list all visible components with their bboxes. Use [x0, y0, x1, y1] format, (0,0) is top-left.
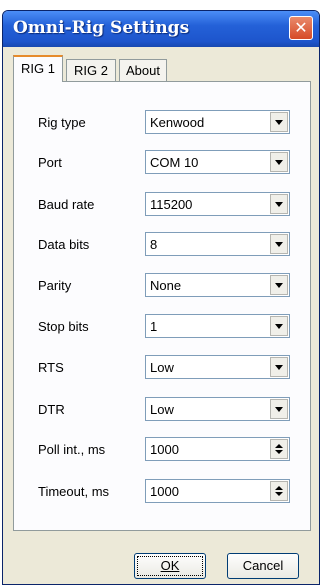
- stop-bits-select[interactable]: 1: [145, 314, 290, 338]
- tab-rig2[interactable]: RIG 2: [66, 59, 116, 81]
- close-icon: ✕: [294, 18, 308, 37]
- spin-up-icon: [275, 444, 283, 448]
- baud-rate-label: Baud rate: [38, 197, 95, 212]
- chevron-down-icon: [275, 119, 283, 125]
- cancel-button[interactable]: Cancel: [227, 553, 299, 579]
- rts-label: RTS: [38, 360, 64, 375]
- chevron-down-icon: [275, 406, 283, 412]
- stop-bits-row: Stop bits 1: [14, 314, 310, 340]
- parity-dropdown-button[interactable]: [270, 275, 288, 295]
- dtr-dropdown-button[interactable]: [270, 399, 288, 419]
- ok-button-label: OK: [160, 558, 180, 573]
- timeout-row: Timeout, ms 1000: [14, 479, 310, 505]
- timeout-value: 1000: [150, 484, 179, 499]
- rts-dropdown-button[interactable]: [270, 357, 288, 377]
- port-value: COM 10: [150, 155, 199, 170]
- baud-rate-row: Baud rate 115200: [14, 192, 310, 218]
- chevron-down-icon: [275, 201, 283, 207]
- chevron-down-icon: [275, 323, 283, 329]
- rts-value: Low: [150, 360, 174, 375]
- chevron-down-icon: [275, 159, 283, 165]
- ok-button[interactable]: OK: [134, 553, 206, 579]
- baud-rate-select[interactable]: 115200: [145, 192, 290, 216]
- chevron-down-icon: [275, 241, 283, 247]
- parity-value: None: [150, 278, 182, 293]
- window-title: Omni-Rig Settings: [13, 18, 190, 38]
- chevron-down-icon: [275, 364, 283, 370]
- spin-up-icon: [275, 486, 283, 490]
- stop-bits-value: 1: [150, 319, 158, 334]
- chevron-down-icon: [275, 282, 283, 288]
- close-button[interactable]: ✕: [289, 16, 313, 40]
- data-bits-label: Data bits: [38, 237, 90, 252]
- parity-row: Parity None: [14, 273, 310, 299]
- baud-rate-value: 115200: [150, 197, 193, 212]
- dtr-label: DTR: [38, 402, 65, 417]
- port-dropdown-button[interactable]: [270, 152, 288, 172]
- port-row: Port COM 10: [14, 150, 310, 176]
- stop-bits-label: Stop bits: [38, 319, 89, 334]
- rig-type-value: Kenwood: [150, 115, 205, 130]
- cancel-button-label: Cancel: [242, 558, 284, 573]
- port-select[interactable]: COM 10: [145, 150, 290, 174]
- poll-interval-row: Poll int., ms 1000: [14, 437, 310, 463]
- data-bits-value: 8: [150, 237, 158, 252]
- poll-interval-label: Poll int., ms: [38, 442, 106, 457]
- settings-window: Omni-Rig Settings ✕ RIG 1 RIG 2 About Ri…: [2, 10, 320, 585]
- poll-interval-spin-buttons[interactable]: [270, 439, 288, 459]
- title-bar[interactable]: Omni-Rig Settings ✕: [3, 11, 319, 47]
- parity-select[interactable]: None: [145, 273, 290, 297]
- port-label: Port: [38, 155, 62, 170]
- dtr-row: DTR Low: [14, 397, 310, 423]
- rts-select[interactable]: Low: [145, 355, 290, 379]
- rig-type-label: Rig type: [38, 115, 86, 130]
- timeout-label: Timeout, ms: [38, 484, 110, 499]
- tab-about[interactable]: About: [119, 59, 167, 81]
- data-bits-dropdown-button[interactable]: [270, 234, 288, 254]
- poll-interval-spinner[interactable]: 1000: [145, 437, 290, 461]
- rts-row: RTS Low: [14, 355, 310, 381]
- tab-rig1[interactable]: RIG 1: [13, 55, 63, 82]
- baud-rate-dropdown-button[interactable]: [270, 194, 288, 214]
- spin-down-icon: [275, 492, 283, 496]
- rig-type-dropdown-button[interactable]: [270, 112, 288, 132]
- data-bits-select[interactable]: 8: [145, 232, 290, 256]
- data-bits-row: Data bits 8: [14, 232, 310, 258]
- rig-type-select[interactable]: Kenwood: [145, 110, 290, 134]
- stop-bits-dropdown-button[interactable]: [270, 316, 288, 336]
- parity-label: Parity: [38, 278, 72, 293]
- timeout-spin-buttons[interactable]: [270, 481, 288, 501]
- rig1-settings-panel: Rig type Kenwood Port COM 10 Baud rate 1…: [13, 81, 311, 531]
- poll-interval-value: 1000: [150, 442, 179, 457]
- spin-down-icon: [275, 450, 283, 454]
- timeout-spinner[interactable]: 1000: [145, 479, 290, 503]
- dtr-value: Low: [150, 402, 174, 417]
- dtr-select[interactable]: Low: [145, 397, 290, 421]
- rig-type-row: Rig type Kenwood: [14, 110, 310, 136]
